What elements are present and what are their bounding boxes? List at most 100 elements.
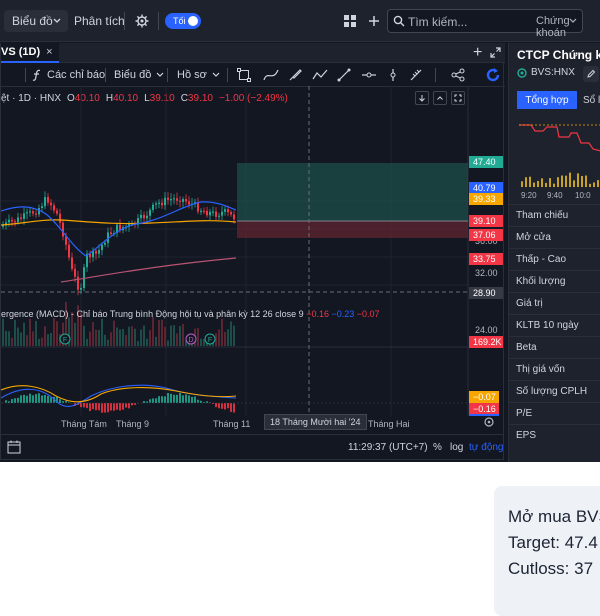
share-button[interactable]: [451, 63, 465, 87]
candle-body: [17, 217, 19, 222]
top-bar: Biểu đồ Phân tích Tối: [0, 0, 600, 42]
candle-body: [62, 223, 64, 237]
macd-bar: [203, 402, 205, 403]
vertical-line-tool[interactable]: [387, 63, 399, 87]
expand-icon[interactable]: [490, 47, 501, 58]
percent-scale-button[interactable]: %: [433, 442, 442, 453]
candle-body: [26, 212, 28, 213]
rectangle-tool[interactable]: [237, 63, 251, 87]
chevron-down-icon: [569, 16, 577, 26]
volume-bar: [110, 332, 112, 346]
candle-body: [74, 269, 76, 277]
tab-overview[interactable]: Tổng hợp: [517, 91, 577, 109]
volume-bar: [74, 323, 76, 346]
volume-bar: [11, 338, 13, 346]
macd-bar: [20, 395, 22, 403]
macd-bar: [152, 398, 154, 403]
volume-bar: [230, 321, 232, 346]
macd-bar: [143, 401, 145, 403]
curve-tool[interactable]: [263, 63, 279, 87]
theme-toggle-label: Tối: [173, 16, 186, 26]
theme-toggle[interactable]: Tối: [165, 13, 201, 29]
candle-body: [230, 212, 232, 214]
candle-body: [32, 211, 34, 213]
note-entry: Mở mua BVS: [508, 504, 600, 530]
volume-bar: [29, 319, 31, 346]
volume-bar: [101, 319, 103, 346]
measure-tool[interactable]: [409, 63, 423, 87]
trading-app: Biểu đồ Phân tích Tối: [0, 0, 600, 462]
tab-orderbook[interactable]: Sổ l: [583, 91, 600, 109]
log-scale-button[interactable]: log: [450, 442, 463, 453]
symbol-code: BVS:HNX: [531, 67, 575, 78]
goto-date-icon[interactable]: [7, 440, 21, 454]
stat-row: Thị giá vốn: [509, 358, 600, 380]
volume-bar: [83, 326, 85, 346]
macd-legend: ergence (MACD) - Chỉ báo Trung bình Động…: [1, 309, 380, 319]
candle-body: [179, 201, 181, 202]
search-input[interactable]: Tìm kiếm...: [408, 15, 467, 29]
volume-bar: [32, 331, 34, 346]
macd-title: ergence (MACD) - Chỉ báo Trung bình Động…: [1, 309, 304, 319]
candle-body: [59, 214, 61, 223]
volume-bar: [38, 339, 40, 346]
analysis-menu-label: Phân tích: [74, 14, 125, 28]
volume-bar: [146, 339, 148, 346]
chart-toolbar: Các chỉ báo Biểu đồ Hồ sơ: [1, 63, 505, 87]
auto-scale-button[interactable]: tự động: [469, 442, 504, 453]
settings-button[interactable]: [132, 11, 152, 31]
divider: [105, 68, 106, 82]
analysis-menu[interactable]: Phân tích: [74, 10, 125, 32]
divider: [158, 12, 159, 30]
macd-bar: [98, 403, 100, 410]
candle-body: [44, 197, 46, 206]
stat-row: P/E: [509, 402, 600, 424]
candle-body: [20, 217, 22, 218]
macd-bar: [47, 396, 49, 403]
price-chart[interactable]: F D F 36.00 36.00 32.00 24.00 47.4040.79…: [1, 86, 504, 416]
add-tab-button[interactable]: +: [473, 44, 482, 62]
macd-bar: [179, 393, 181, 403]
volume-bar: [155, 337, 157, 346]
candle-body: [2, 226, 4, 227]
macd-bar: [92, 403, 94, 409]
trend-line-tool[interactable]: [337, 63, 351, 87]
price-tags: 47.4040.7939.3339.1037.0633.7528.90169.2…: [469, 156, 503, 348]
volume-bar: [164, 327, 166, 346]
horizontal-line-tool[interactable]: [361, 63, 377, 87]
chart-tab[interactable]: VS (1D) ×: [1, 43, 59, 63]
intraday-chart: 9:20 9:40 10:0: [513, 115, 600, 201]
chart-type-dropdown[interactable]: Biểu đồ: [114, 63, 164, 87]
chevron-down-icon: [52, 14, 62, 28]
search-box[interactable]: Tìm kiếm... Chứng khoán: [387, 9, 583, 33]
volume-bar: [44, 326, 46, 346]
candle-body: [227, 209, 229, 212]
chart-menu-dropdown[interactable]: Biểu đồ: [4, 10, 68, 32]
candle-body: [203, 211, 205, 212]
pattern-tool[interactable]: [312, 63, 328, 87]
volume-bar: [221, 319, 223, 346]
indicators-button[interactable]: Các chỉ báo: [32, 63, 105, 87]
add-button[interactable]: [364, 11, 384, 31]
layout-button[interactable]: [340, 11, 360, 31]
macd-bar: [230, 403, 232, 412]
volume-bar: [134, 329, 136, 346]
profile-dropdown[interactable]: Hồ sơ: [177, 63, 220, 87]
candle-body: [65, 236, 67, 244]
stat-row: Khối lượng: [509, 270, 600, 292]
price-tag-label: 33.75: [473, 254, 496, 264]
chart-tab-bar: VS (1D) × +: [1, 43, 505, 63]
volume-bar: [122, 329, 124, 346]
edit-button[interactable]: [583, 66, 599, 82]
candle-body: [209, 212, 211, 216]
brush-tool[interactable]: [288, 63, 302, 87]
trend-line-icon: [337, 68, 351, 82]
close-icon[interactable]: ×: [46, 46, 52, 58]
macd-bar: [14, 398, 16, 403]
candle-body: [23, 213, 25, 219]
settings-icon[interactable]: [483, 416, 495, 428]
macd-bar: [161, 396, 163, 403]
refresh-button[interactable]: [485, 63, 501, 87]
intraday-volume-bar: [589, 184, 591, 187]
candle-body: [71, 257, 73, 268]
